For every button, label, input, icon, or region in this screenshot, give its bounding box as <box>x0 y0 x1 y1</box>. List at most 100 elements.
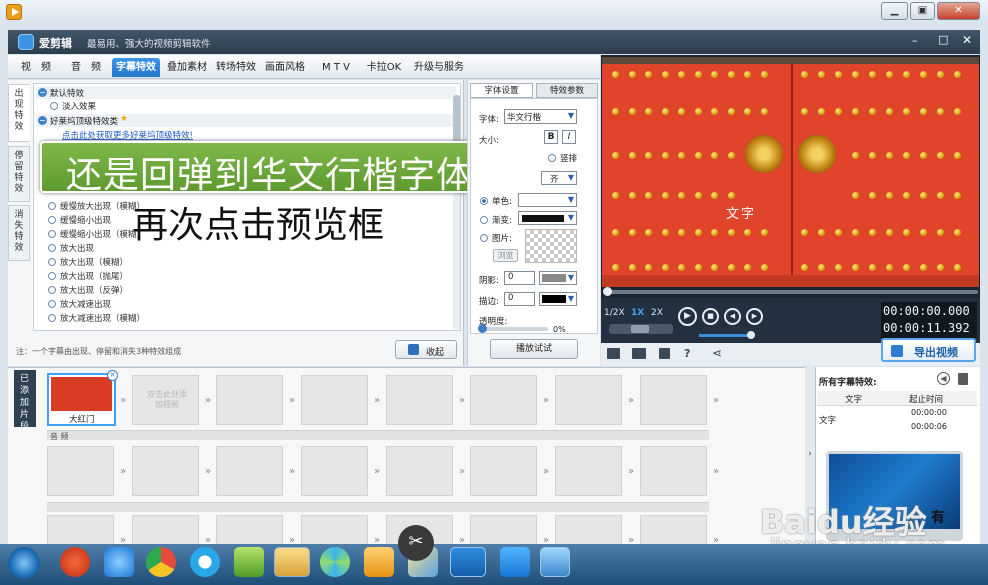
app-jiang-icon[interactable] <box>60 547 90 577</box>
tab-mtv[interactable]: M T V <box>313 58 359 77</box>
start-orb-icon[interactable] <box>8 547 40 579</box>
clip-slot[interactable] <box>132 446 199 496</box>
side-tab-disappear[interactable]: 消失特效 <box>8 205 30 261</box>
speed-2x[interactable]: 2X <box>651 308 663 318</box>
stroke-input[interactable]: 0 <box>504 292 535 306</box>
help-icon[interactable]: ? <box>684 347 690 360</box>
media-icon[interactable] <box>364 547 394 577</box>
tab-video[interactable]: 视 频 <box>14 58 58 77</box>
effect-item[interactable]: 放大出现（抛尾） <box>48 270 128 284</box>
clip-slot[interactable] <box>132 515 199 545</box>
save-icon[interactable] <box>659 348 670 359</box>
speed-half[interactable]: 1/2X <box>604 308 625 318</box>
effect-fade-in[interactable]: 淡入效果 <box>50 100 96 112</box>
tab-audio[interactable]: 音 频 <box>64 58 108 77</box>
clip-slot[interactable] <box>555 446 622 496</box>
close-button[interactable]: ✕ <box>962 33 972 47</box>
preview-frame[interactable]: 文字 <box>602 57 979 287</box>
folder-icon[interactable] <box>632 348 646 359</box>
clip-slot[interactable] <box>555 515 622 545</box>
image-option[interactable]: 图片: <box>480 232 512 244</box>
clip-slot[interactable] <box>386 375 453 425</box>
clip-thumbnail-selected[interactable]: 大红门 ✕ <box>47 370 118 426</box>
tab-style[interactable]: 画面风格 <box>262 58 308 77</box>
ie-icon[interactable] <box>104 547 134 577</box>
clip-slot[interactable] <box>640 375 707 425</box>
group-hollywood[interactable]: − 好莱坞顶级特效类 ★ <box>36 114 456 127</box>
tab-karaoke[interactable]: 卡拉OK <box>363 58 405 77</box>
opacity-slider[interactable] <box>478 324 548 333</box>
side-tab-appear[interactable]: 出现特效 <box>8 84 30 142</box>
effect-item[interactable]: 缓慢缩小出现 <box>48 214 111 228</box>
clip-slot[interactable] <box>470 446 537 496</box>
app-grid-icon[interactable] <box>540 547 570 577</box>
effect-item[interactable]: 放大出现 <box>48 242 94 256</box>
clip-slot[interactable] <box>47 446 114 496</box>
effect-item[interactable]: 放大出现（模糊） <box>48 256 128 270</box>
add-video-slot[interactable]: 双击此处添加视频 <box>132 375 199 425</box>
tab-overlay[interactable]: 叠加素材 <box>164 58 210 77</box>
minimize-button[interactable]: – <box>912 34 918 47</box>
clip-slot[interactable] <box>216 515 283 545</box>
speed-1x[interactable]: 1X <box>631 308 644 318</box>
prev-frame-button[interactable]: ◀ <box>724 308 741 325</box>
explorer-icon[interactable] <box>274 547 310 577</box>
tab-font-settings[interactable]: 字体设置 <box>470 83 533 98</box>
clip-slot[interactable] <box>47 515 114 545</box>
clip-slot[interactable] <box>301 515 368 545</box>
effect-item[interactable]: 放大出现（反弹） <box>48 284 128 298</box>
chrome-icon[interactable] <box>146 547 176 577</box>
clip-slot[interactable] <box>640 515 707 545</box>
bold-button[interactable]: B <box>544 130 558 144</box>
scrollbar[interactable] <box>453 95 460 329</box>
folder-app-icon[interactable] <box>234 547 264 577</box>
clip-slot[interactable] <box>555 375 622 425</box>
film-icon[interactable] <box>607 348 620 359</box>
gradient-picker[interactable]: ▼ <box>518 211 577 225</box>
back-icon[interactable]: ◀ <box>937 372 950 385</box>
trash-icon[interactable] <box>958 373 968 385</box>
play-button[interactable]: ▶ <box>678 307 697 326</box>
side-tab-stay[interactable]: 停留特效 <box>8 146 30 202</box>
single-color-option[interactable]: 单色: <box>480 195 512 207</box>
clip-slot[interactable] <box>301 446 368 496</box>
outer-close-button[interactable]: ✕ <box>937 2 980 20</box>
clip-slot[interactable] <box>470 375 537 425</box>
export-video-button[interactable]: 导出视频 <box>881 338 976 362</box>
tab-transition[interactable]: 转场特效 <box>213 58 259 77</box>
font-select[interactable]: 华文行楷 ▼ <box>504 109 577 124</box>
master-volume-slider[interactable] <box>699 331 755 339</box>
collapse-button[interactable]: 收起 <box>395 340 457 359</box>
more-effects-link[interactable]: 点击此处获取更多好莱坞顶级特效! <box>62 129 193 141</box>
outer-minimize-button[interactable]: ▁ <box>881 2 908 20</box>
next-frame-button[interactable]: ▶ <box>746 308 763 325</box>
tab-subtitle-effects[interactable]: 字幕特效 <box>112 58 160 77</box>
italic-button[interactable]: I <box>562 130 576 144</box>
opacity-value[interactable]: 0% <box>553 325 566 334</box>
single-color-picker[interactable]: ▼ <box>518 193 577 207</box>
browse-button[interactable]: 浏览 <box>493 249 518 262</box>
outer-restore-button[interactable]: ▣ <box>910 2 935 20</box>
tab-upgrade[interactable]: 升级与服务 <box>410 58 468 77</box>
effect-item[interactable]: 放大减速出现 <box>48 298 111 312</box>
effect-item[interactable]: 放大减速出现（模糊） <box>48 312 145 326</box>
scissors-icon[interactable]: ✂ <box>398 525 434 561</box>
clip-slot[interactable] <box>386 446 453 496</box>
clip-slot[interactable] <box>640 446 707 496</box>
shadow-input[interactable]: 0 <box>504 271 535 285</box>
progress-bar[interactable] <box>603 287 978 296</box>
stroke-color-picker[interactable]: ▼ <box>539 292 577 306</box>
clip-remove-icon[interactable]: ✕ <box>107 370 118 381</box>
aijianji-taskbar-icon[interactable] <box>450 547 486 577</box>
clip-slot[interactable] <box>216 375 283 425</box>
group-default[interactable]: − 默认特效 <box>36 86 456 99</box>
play-test-button[interactable]: 播放试试 <box>490 339 578 359</box>
pinwheel-icon[interactable] <box>320 547 350 577</box>
clip-slot[interactable] <box>470 515 537 545</box>
gradient-option[interactable]: 渐变: <box>480 214 512 226</box>
effect-item[interactable]: 缓慢缩小出现（模糊） <box>48 228 145 242</box>
vertical-option[interactable]: 竖排 <box>548 152 577 164</box>
clip-slot[interactable] <box>301 375 368 425</box>
maximize-button[interactable]: □ <box>938 33 948 46</box>
align-select[interactable]: 齐 ▼ <box>541 171 577 185</box>
